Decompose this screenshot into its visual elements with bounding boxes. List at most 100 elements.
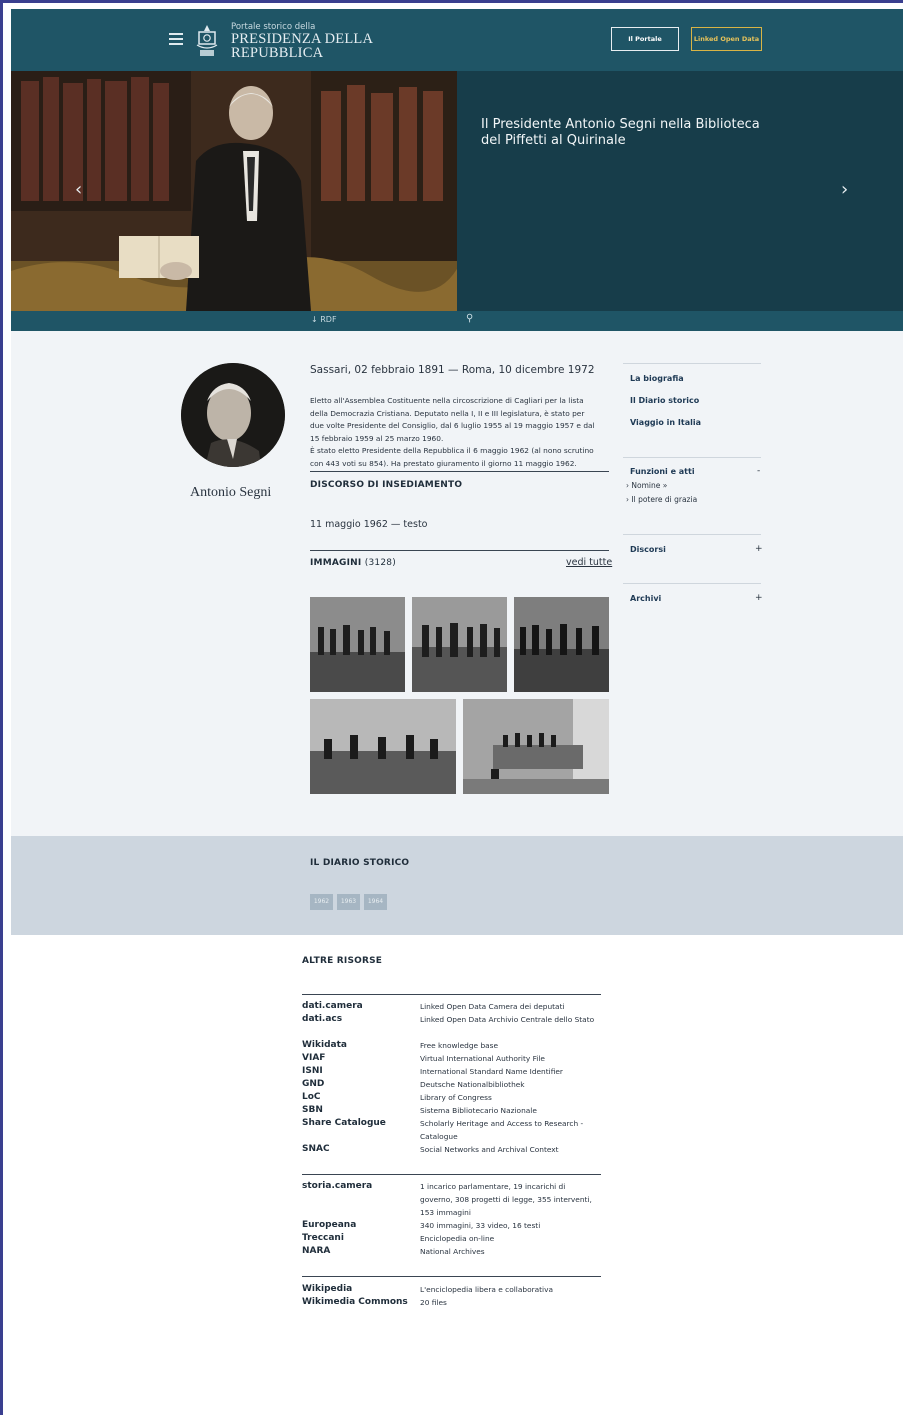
divider bbox=[310, 550, 609, 551]
thumbnail-photo bbox=[463, 699, 609, 794]
rdf-download-link[interactable]: ↓ RDF bbox=[311, 315, 337, 324]
resource-link[interactable]: LoC bbox=[302, 1092, 321, 1102]
resource-description: National Archives bbox=[420, 1247, 485, 1256]
carousel-next-icon[interactable]: › bbox=[841, 179, 848, 200]
portal-title-line2: REPUBBLICA bbox=[231, 45, 324, 61]
biography-summary: Eletto all'Assemblea Costituente nella c… bbox=[310, 395, 610, 471]
resource-link[interactable]: SBN bbox=[302, 1105, 323, 1115]
resource-description: Linked Open Data Archivio Centrale dello… bbox=[420, 1015, 595, 1024]
resource-link[interactable]: dati.camera bbox=[302, 1001, 363, 1011]
divider bbox=[623, 534, 761, 535]
resource-description: Enciclopedia on-line bbox=[420, 1234, 495, 1243]
resource-description: Virtual International Authority File bbox=[420, 1054, 545, 1063]
diario-storico-section: IL DIARIO STORICO 1962 1963 1964 bbox=[11, 836, 903, 935]
menu-funzioni-atti[interactable]: Funzioni e atti bbox=[630, 467, 695, 476]
resource-link[interactable]: Wikidata bbox=[302, 1040, 347, 1050]
bio-line: È stato eletto Presidente della Repubbli… bbox=[310, 446, 594, 456]
bio-line: due volte Presidente del Consiglio, dal … bbox=[310, 421, 595, 431]
resource-link[interactable]: GND bbox=[302, 1079, 324, 1089]
resource-description: L'enciclopedia libera e collaborativa bbox=[420, 1285, 554, 1294]
immagini-label: IMMAGINI bbox=[310, 558, 362, 568]
life-dates: Sassari, 02 febbraio 1891 — Roma, 10 dic… bbox=[310, 364, 595, 376]
person-portrait bbox=[181, 363, 285, 467]
carousel-prev-icon[interactable]: ‹ bbox=[75, 179, 82, 200]
republic-emblem-icon bbox=[196, 25, 218, 56]
menu-potere-grazia[interactable]: › Il potere di grazia bbox=[626, 495, 697, 504]
linked-open-data-button[interactable]: Linked Open Data bbox=[691, 27, 762, 51]
year-button[interactable]: 1963 bbox=[337, 894, 360, 910]
immagini-heading: IMMAGINI (3128) bbox=[310, 558, 396, 568]
resource-description: Linked Open Data Camera dei deputati bbox=[420, 1002, 565, 1011]
divider bbox=[302, 1174, 601, 1175]
page: Portale storico della PRESIDENZA DELLA R… bbox=[0, 0, 903, 1415]
resource-description: 20 files bbox=[420, 1298, 447, 1307]
expand-icon[interactable]: + bbox=[755, 593, 763, 603]
altre-risorse-heading: ALTRE RISORSE bbox=[302, 956, 383, 966]
image-thumbnail[interactable] bbox=[463, 699, 609, 794]
discorso-heading: DISCORSO DI INSEDIAMENTO bbox=[310, 480, 463, 490]
bio-line: 15 febbraio 1959 al 25 marzo 1960. bbox=[310, 433, 444, 443]
portal-title-line1: PRESIDENZA DELLA bbox=[231, 31, 374, 47]
hero-toolbar: ↓ RDF ⚲ bbox=[11, 311, 903, 331]
resource-link[interactable]: ISNI bbox=[302, 1066, 323, 1076]
menu-viaggio-italia[interactable]: Viaggio in Italia bbox=[630, 418, 701, 427]
search-icon[interactable]: ⚲ bbox=[466, 313, 473, 324]
resource-description: Free knowledge base bbox=[420, 1041, 499, 1050]
image-thumbnail[interactable] bbox=[514, 597, 609, 692]
resource-link[interactable]: storia.camera bbox=[302, 1181, 372, 1191]
divider bbox=[623, 457, 761, 458]
thumbnail-photo bbox=[310, 699, 456, 794]
image-thumbnail[interactable] bbox=[412, 597, 507, 692]
resource-link[interactable]: Wikimedia Commons bbox=[302, 1297, 408, 1307]
main-content: Antonio Segni Sassari, 02 febbraio 1891 … bbox=[11, 331, 903, 836]
divider bbox=[623, 583, 761, 584]
year-button[interactable]: 1964 bbox=[364, 894, 387, 910]
menu-diario-storico[interactable]: Il Diario storico bbox=[630, 396, 699, 405]
divider bbox=[310, 471, 609, 472]
divider bbox=[302, 1276, 601, 1277]
resource-link[interactable]: Wikipedia bbox=[302, 1284, 352, 1294]
resource-link[interactable]: NARA bbox=[302, 1246, 330, 1256]
divider bbox=[302, 994, 601, 995]
hero-caption: Il Presidente Antonio Segni nella Biblio… bbox=[481, 117, 760, 148]
thumbnail-photo bbox=[310, 597, 405, 692]
resource-link[interactable]: VIAF bbox=[302, 1053, 325, 1063]
diario-heading: IL DIARIO STORICO bbox=[310, 858, 410, 868]
hero-caption-panel: Il Presidente Antonio Segni nella Biblio… bbox=[457, 71, 903, 311]
person-name: Antonio Segni bbox=[190, 485, 272, 500]
divider bbox=[623, 363, 761, 364]
menu-biografia[interactable]: La biografia bbox=[630, 374, 684, 383]
resource-link[interactable]: Treccani bbox=[302, 1233, 344, 1243]
resource-description: Social Networks and Archival Context bbox=[420, 1145, 559, 1154]
image-thumbnail[interactable] bbox=[310, 699, 456, 794]
resource-link[interactable]: SNAC bbox=[302, 1144, 330, 1154]
bio-line: Eletto all'Assemblea Costituente nella c… bbox=[310, 396, 584, 405]
resource-description: Sistema Bibliotecario Nazionale bbox=[420, 1106, 537, 1115]
menu-archivi[interactable]: Archivi bbox=[630, 594, 661, 603]
collapse-icon[interactable]: - bbox=[757, 466, 760, 476]
expand-icon[interactable]: + bbox=[755, 544, 763, 554]
bio-line: con 443 voti su 854). Ha prestato giuram… bbox=[310, 458, 577, 468]
menu-icon[interactable] bbox=[169, 33, 183, 45]
top-navigation-bar: Portale storico della PRESIDENZA DELLA R… bbox=[11, 9, 903, 71]
resource-description: Scholarly Heritage and Access to Researc… bbox=[420, 1119, 584, 1141]
resource-link[interactable]: dati.acs bbox=[302, 1014, 342, 1024]
see-all-images-link[interactable]: vedi tutte bbox=[566, 557, 612, 568]
resource-link[interactable]: Europeana bbox=[302, 1220, 356, 1230]
immagini-count: (3128) bbox=[364, 558, 396, 568]
portal-title[interactable]: PRESIDENZA DELLA REPUBBLICA bbox=[231, 31, 431, 61]
menu-discorsi[interactable]: Discorsi bbox=[630, 545, 666, 554]
resource-description: Library of Congress bbox=[420, 1093, 492, 1102]
portrait-illustration bbox=[181, 363, 285, 467]
resource-description: 1 incarico parlamentare, 19 incarichi di… bbox=[420, 1182, 592, 1217]
resource-description: Deutsche Nationalbibliothek bbox=[420, 1080, 525, 1089]
resource-link[interactable]: Share Catalogue bbox=[302, 1118, 386, 1128]
menu-nomine[interactable]: › Nomine » bbox=[626, 481, 667, 490]
year-button[interactable]: 1962 bbox=[310, 894, 333, 910]
bio-line: della Democrazia Cristiana. Deputato nel… bbox=[310, 408, 585, 418]
thumbnail-photo bbox=[412, 597, 507, 692]
il-portale-button[interactable]: Il Portale bbox=[611, 27, 679, 51]
image-thumbnail[interactable] bbox=[310, 597, 405, 692]
discorso-link[interactable]: 11 maggio 1962 — testo bbox=[310, 519, 428, 530]
resource-description: International Standard Name Identifier bbox=[420, 1067, 563, 1076]
